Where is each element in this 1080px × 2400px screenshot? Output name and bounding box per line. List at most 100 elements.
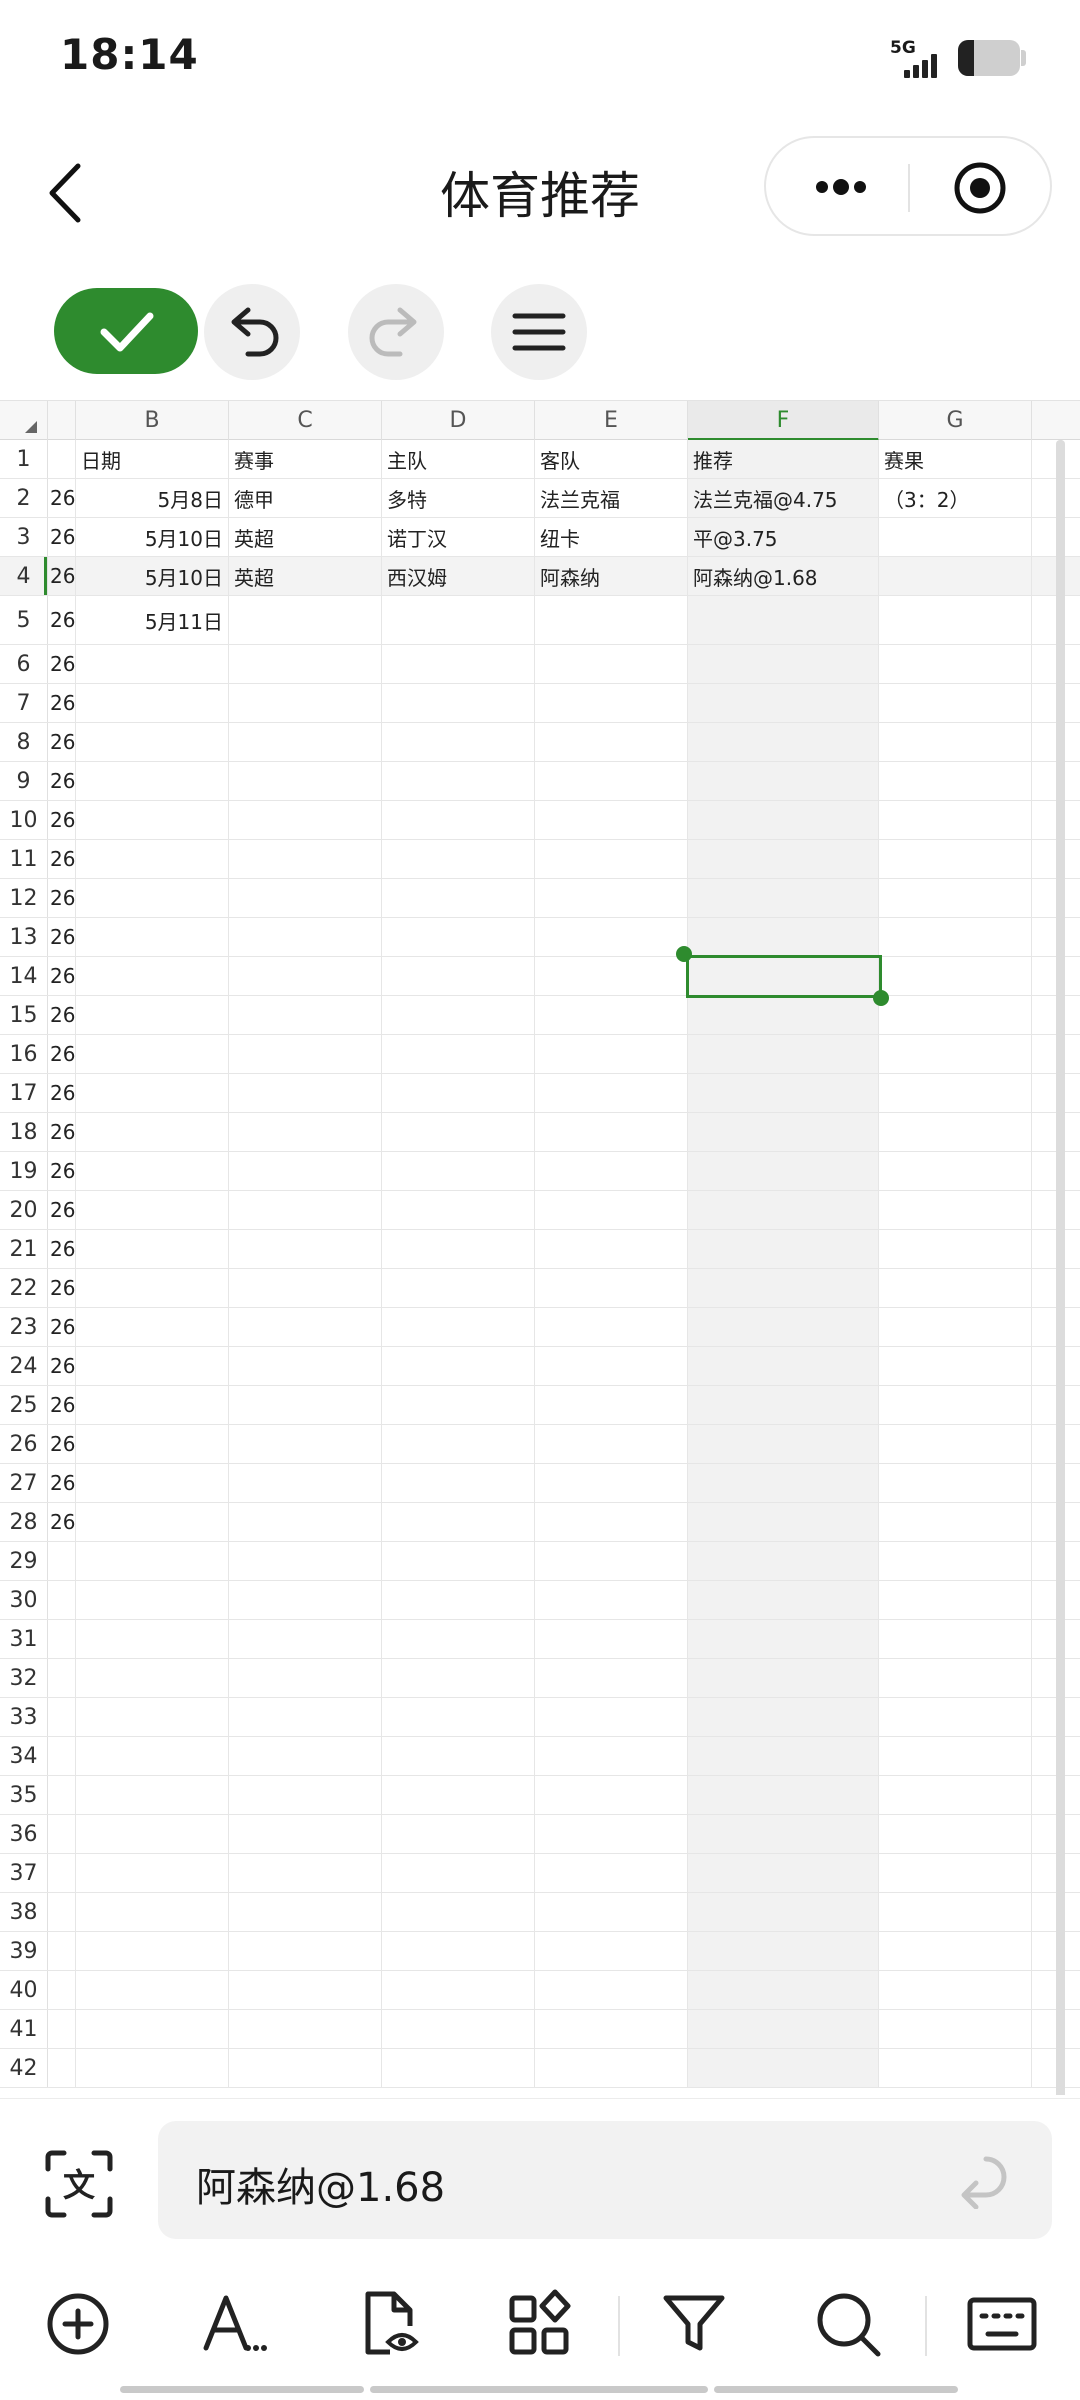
cell-g[interactable] bbox=[879, 684, 1032, 722]
cell-c[interactable] bbox=[229, 879, 382, 917]
row-header[interactable]: 23 bbox=[0, 1308, 48, 1346]
cell-a[interactable] bbox=[48, 2010, 76, 2048]
row-header[interactable]: 18 bbox=[0, 1113, 48, 1151]
cell-c[interactable] bbox=[229, 1893, 382, 1931]
cell-c[interactable] bbox=[229, 918, 382, 956]
cell-e[interactable] bbox=[535, 1113, 688, 1151]
column-header[interactable]: B bbox=[76, 401, 229, 441]
cell-d[interactable] bbox=[382, 1659, 535, 1697]
row-header[interactable]: 2 bbox=[0, 479, 48, 517]
cell-b[interactable] bbox=[76, 1542, 229, 1580]
row-header[interactable]: 4 bbox=[0, 557, 48, 595]
cell-f[interactable] bbox=[688, 957, 879, 995]
cell-b[interactable] bbox=[76, 918, 229, 956]
cell-f[interactable]: 法兰克福@4.75 bbox=[688, 479, 879, 517]
cell-e[interactable] bbox=[535, 801, 688, 839]
row-header[interactable]: 6 bbox=[0, 645, 48, 683]
cell-e[interactable] bbox=[535, 1230, 688, 1268]
cell-c[interactable] bbox=[229, 684, 382, 722]
cell-f[interactable] bbox=[688, 1347, 879, 1385]
cell-e[interactable] bbox=[535, 1347, 688, 1385]
cell-b[interactable] bbox=[76, 801, 229, 839]
cell-b[interactable] bbox=[76, 879, 229, 917]
cell-g[interactable] bbox=[879, 596, 1032, 644]
cell-c[interactable] bbox=[229, 1932, 382, 1970]
cell-d[interactable] bbox=[382, 1269, 535, 1307]
cell-d[interactable] bbox=[382, 2010, 535, 2048]
cell-e[interactable] bbox=[535, 1386, 688, 1424]
cell-f[interactable] bbox=[688, 645, 879, 683]
cell-f[interactable] bbox=[688, 1386, 879, 1424]
cell-f[interactable] bbox=[688, 1620, 879, 1658]
cell-e[interactable] bbox=[535, 918, 688, 956]
cell-f[interactable] bbox=[688, 723, 879, 761]
cell-g[interactable]: 赛果 bbox=[879, 440, 1032, 478]
row-header[interactable]: 33 bbox=[0, 1698, 48, 1736]
cell-f[interactable] bbox=[688, 1152, 879, 1190]
row-header[interactable]: 26 bbox=[0, 1425, 48, 1463]
cell-e[interactable] bbox=[535, 1269, 688, 1307]
cell-d[interactable] bbox=[382, 1542, 535, 1580]
row-header[interactable]: 11 bbox=[0, 840, 48, 878]
cell-c[interactable] bbox=[229, 1776, 382, 1814]
cell-d[interactable] bbox=[382, 1854, 535, 1892]
cell-g[interactable] bbox=[879, 1542, 1032, 1580]
cell-a[interactable] bbox=[48, 1932, 76, 1970]
selection-handle[interactable] bbox=[873, 990, 889, 1006]
cell-a[interactable]: 26 bbox=[48, 684, 76, 722]
column-header[interactable]: G bbox=[879, 401, 1032, 441]
cell-b[interactable] bbox=[76, 2010, 229, 2048]
cell-b[interactable] bbox=[76, 957, 229, 995]
row-header[interactable]: 37 bbox=[0, 1854, 48, 1892]
cell-c[interactable] bbox=[229, 723, 382, 761]
row-header[interactable]: 8 bbox=[0, 723, 48, 761]
cell-e[interactable] bbox=[535, 762, 688, 800]
cell-c[interactable] bbox=[229, 762, 382, 800]
cell-b[interactable] bbox=[76, 1932, 229, 1970]
cell-c[interactable] bbox=[229, 1035, 382, 1073]
cell-a[interactable]: 26 bbox=[48, 840, 76, 878]
cell-c[interactable] bbox=[229, 996, 382, 1034]
cell-d[interactable] bbox=[382, 684, 535, 722]
row-header[interactable]: 32 bbox=[0, 1659, 48, 1697]
cell-e[interactable] bbox=[535, 1503, 688, 1541]
cell-g[interactable]: （3：2） bbox=[879, 479, 1032, 517]
cell-g[interactable] bbox=[879, 1581, 1032, 1619]
cell-g[interactable] bbox=[879, 879, 1032, 917]
cell-e[interactable] bbox=[535, 1308, 688, 1346]
cell-d[interactable] bbox=[382, 1620, 535, 1658]
row-header[interactable]: 12 bbox=[0, 879, 48, 917]
row-header[interactable]: 40 bbox=[0, 1971, 48, 2009]
cell-b[interactable] bbox=[76, 1815, 229, 1853]
cell-a[interactable]: 26 bbox=[48, 1230, 76, 1268]
redo-button[interactable] bbox=[348, 284, 444, 380]
cell-e[interactable] bbox=[535, 1191, 688, 1229]
cell-d[interactable] bbox=[382, 723, 535, 761]
cell-a[interactable]: 26 bbox=[48, 1347, 76, 1385]
cell-f[interactable]: 平@3.75 bbox=[688, 518, 879, 556]
cell-d[interactable] bbox=[382, 1932, 535, 1970]
cell-a[interactable]: 26 bbox=[48, 645, 76, 683]
cell-f[interactable] bbox=[688, 918, 879, 956]
column-header-selected[interactable]: F bbox=[688, 401, 879, 441]
cell-c[interactable] bbox=[229, 1113, 382, 1151]
cell-g[interactable] bbox=[879, 1815, 1032, 1853]
cell-b[interactable] bbox=[76, 1659, 229, 1697]
cell-d[interactable] bbox=[382, 1074, 535, 1112]
cell-c[interactable] bbox=[229, 1386, 382, 1424]
column-header[interactable]: D bbox=[382, 401, 535, 441]
column-header[interactable]: C bbox=[229, 401, 382, 441]
cell-f[interactable] bbox=[688, 1698, 879, 1736]
cell-d[interactable] bbox=[382, 1776, 535, 1814]
cell-a[interactable]: 26 bbox=[48, 762, 76, 800]
cell-f[interactable]: 阿森纳@1.68 bbox=[688, 557, 879, 595]
cell-d[interactable] bbox=[382, 801, 535, 839]
cell-c[interactable] bbox=[229, 1737, 382, 1775]
cell-b[interactable] bbox=[76, 1698, 229, 1736]
cell-b[interactable] bbox=[76, 1152, 229, 1190]
cell-d[interactable] bbox=[382, 1386, 535, 1424]
cell-a[interactable]: 26 bbox=[48, 1464, 76, 1502]
cell-d[interactable] bbox=[382, 1503, 535, 1541]
spreadsheet[interactable]: B C D E F G 1 日期 赛事 主队 客队 推荐 赛果 2 26 5月8日 德甲 多特 法兰克福… bbox=[0, 400, 1080, 2095]
cell-g[interactable] bbox=[879, 1152, 1032, 1190]
